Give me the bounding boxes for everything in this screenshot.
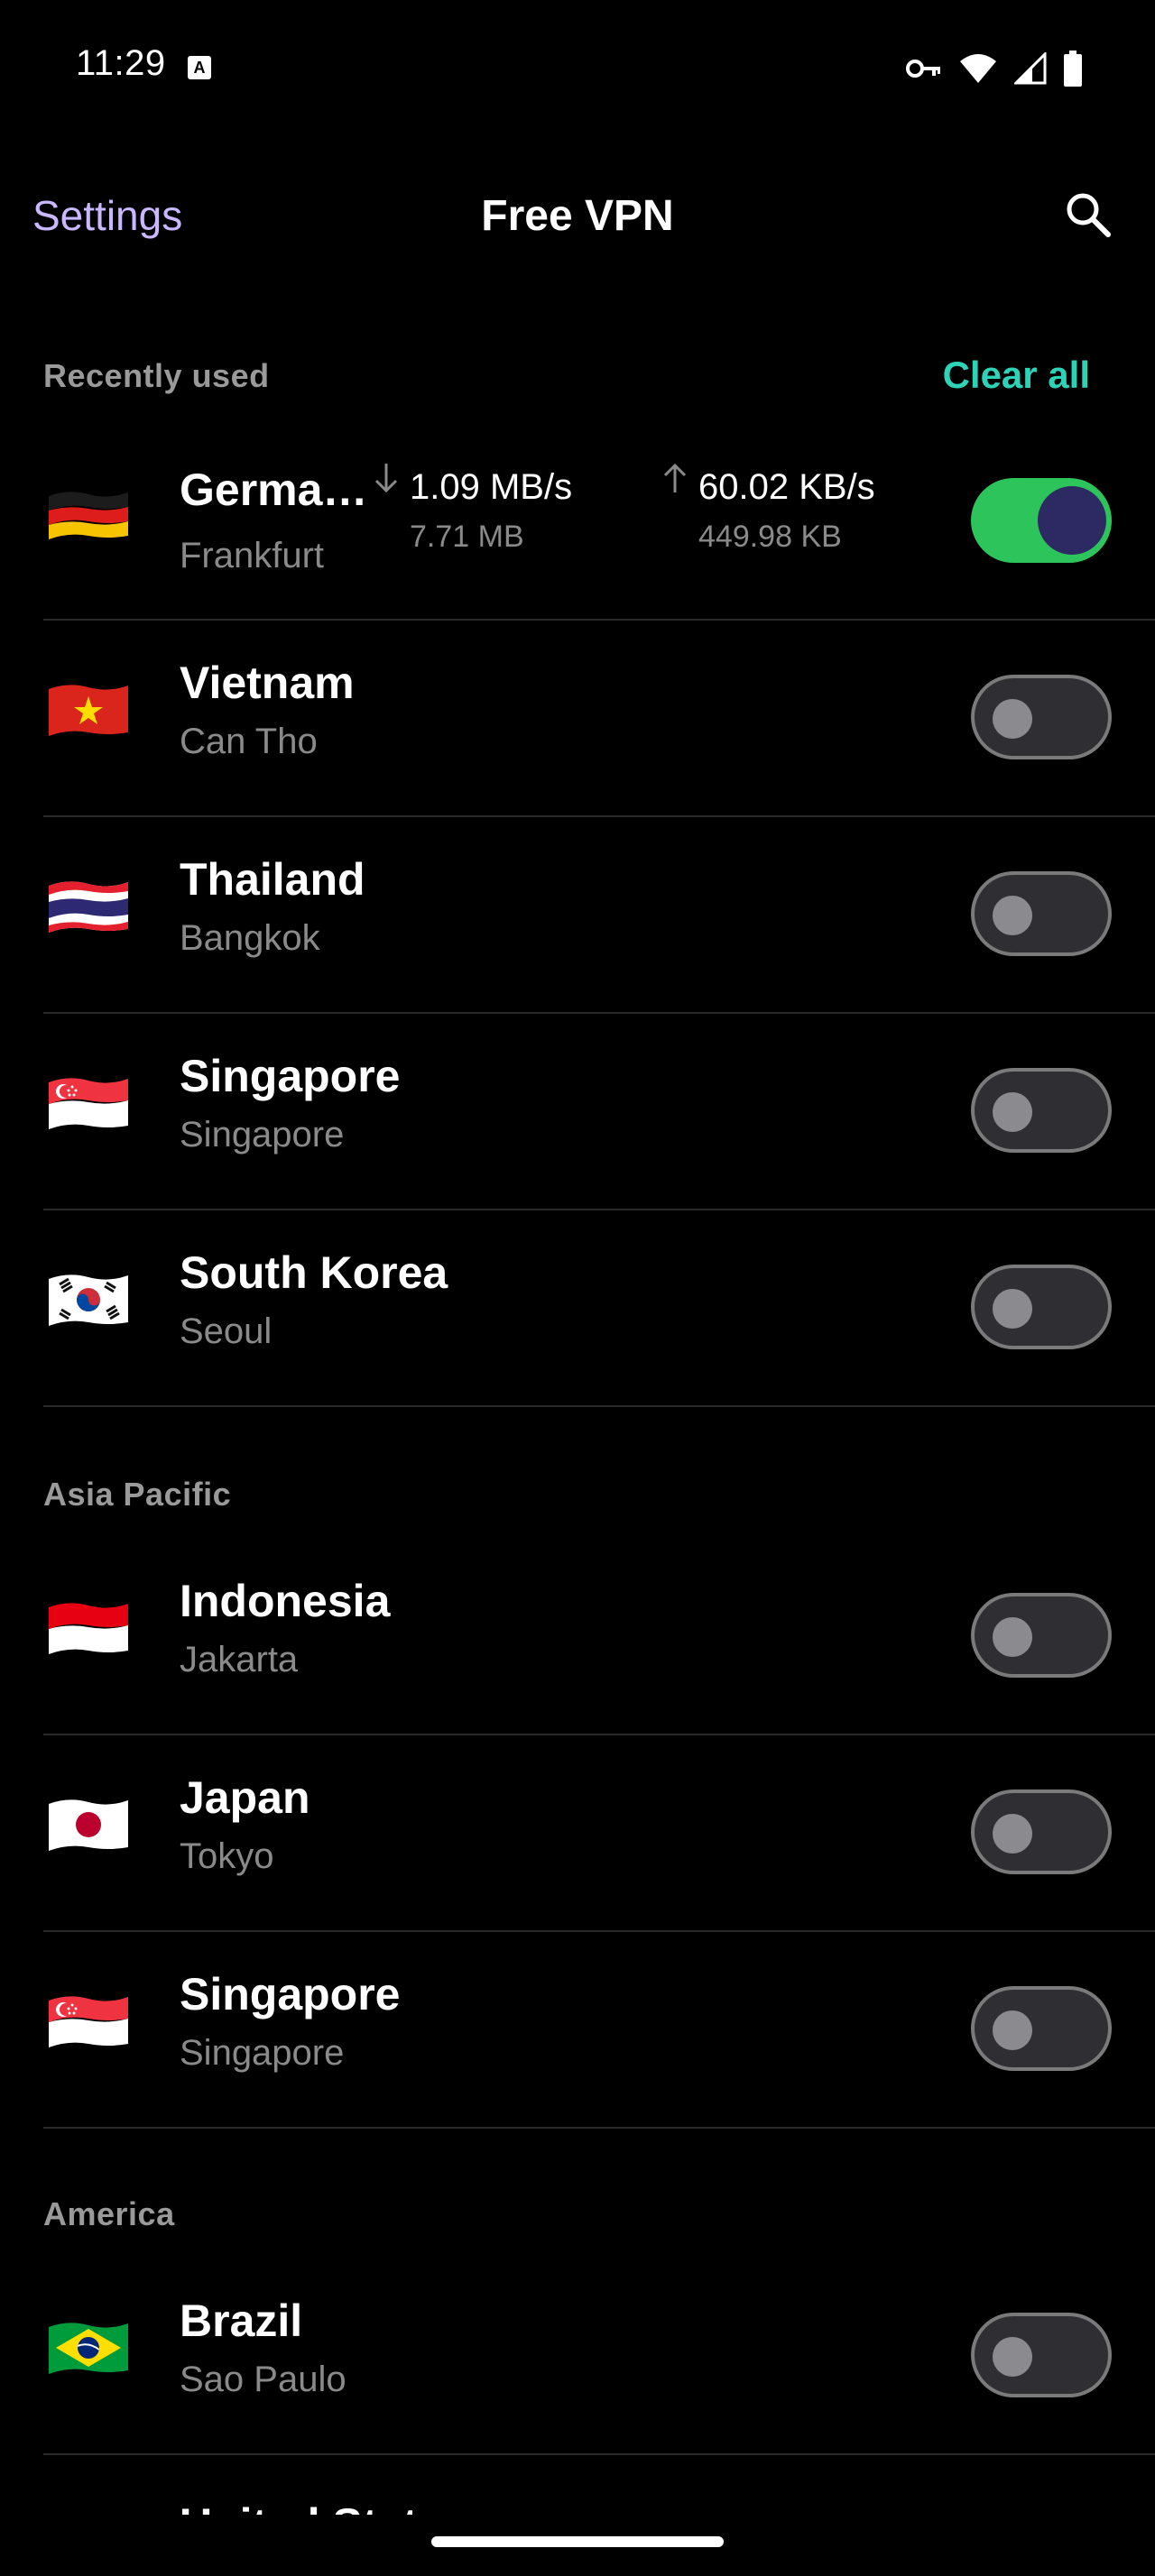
connect-toggle[interactable] [971, 1986, 1112, 2071]
toggle-knob [993, 1617, 1032, 1657]
status-time: 11:29 [76, 43, 166, 83]
toggle-knob [993, 2337, 1032, 2377]
section-header-recently-used: Recently used [43, 357, 270, 394]
city-name: Seoul [180, 1311, 273, 1351]
page-title: Free VPN [481, 192, 674, 240]
connect-toggle[interactable] [971, 1789, 1112, 1874]
singapore-flag-icon [49, 1078, 128, 1129]
status-icons [906, 51, 1083, 87]
home-indicator[interactable] [431, 2536, 724, 2547]
country-name: Thailand [180, 854, 365, 905]
section-header-asia-pacific: Asia Pacific [43, 1476, 232, 1513]
server-row-brazil[interactable]: Brazil Sao Paulo [43, 2259, 1155, 2455]
toggle-knob [993, 1092, 1032, 1132]
app-bar: Settings Free VPN [0, 162, 1155, 271]
connect-toggle[interactable] [971, 478, 1112, 563]
toggle-knob [1038, 486, 1106, 555]
screen: 11:29 A Settings Free VPN Recently used … [0, 0, 1155, 2576]
indonesia-flag-icon [49, 1603, 128, 1654]
server-row-japan[interactable]: Japan Tokyo [43, 1735, 1155, 1932]
country-name: Vietnam [180, 658, 355, 708]
toggle-knob [993, 2010, 1032, 2050]
city-name: Can Tho [180, 722, 318, 761]
toggle-knob [993, 896, 1032, 935]
vpn-key-icon [906, 60, 940, 78]
country-name: Indonesia [180, 1576, 391, 1626]
japan-flag-icon [49, 1799, 128, 1851]
city-name: Tokyo [180, 1836, 274, 1876]
upload-rate: 60.02 KB/s [698, 467, 875, 507]
arrow-up-icon [663, 463, 687, 492]
wifi-icon [960, 54, 996, 83]
server-row-singapore[interactable]: Singapore Singapore [43, 1932, 1155, 2129]
connect-toggle[interactable] [971, 675, 1112, 759]
status-bar: 11:29 A [0, 0, 1155, 144]
toggle-knob [993, 699, 1032, 739]
a-box-icon: A [188, 56, 211, 79]
section-header-america: America [43, 2195, 175, 2232]
country-name: Germa… [180, 465, 368, 515]
signal-icon [1014, 52, 1047, 85]
upload-total: 449.98 KB [698, 520, 842, 554]
vietnam-flag-icon [49, 685, 128, 736]
server-row-partial-country[interactable]: United States [180, 2498, 468, 2515]
toggle-knob [993, 1814, 1032, 1854]
singapore-flag-icon [49, 1996, 128, 2047]
country-name: Brazil [180, 2295, 303, 2346]
south-korea-flag-icon [49, 1274, 128, 1326]
connect-toggle[interactable] [971, 1593, 1112, 1678]
germany-flag-icon [49, 492, 128, 539]
city-name: Sao Paulo [180, 2360, 346, 2399]
battery-icon [1064, 51, 1082, 87]
city-name: Bangkok [180, 918, 320, 958]
connect-toggle[interactable] [971, 871, 1112, 956]
brazil-flag-icon [49, 2323, 128, 2374]
connect-toggle[interactable] [971, 1068, 1112, 1153]
clear-all-button[interactable]: Clear all [943, 354, 1090, 397]
toggle-knob [993, 1289, 1032, 1329]
country-name: South Korea [180, 1247, 448, 1298]
search-button[interactable] [1063, 189, 1113, 240]
server-row-thailand[interactable]: Thailand Bangkok [43, 817, 1155, 1014]
city-name: Singapore [180, 1115, 345, 1155]
country-name: Japan [180, 1772, 310, 1823]
server-row-south-korea[interactable]: South Korea Seoul [43, 1210, 1155, 1407]
arrow-down-icon [374, 464, 398, 493]
download-total: 7.71 MB [410, 520, 524, 554]
city-name: Jakarta [180, 1640, 299, 1679]
server-row-germany[interactable]: Germa… Frankfurt 1.09 MB/s 7.71 MB 60.02… [43, 424, 1155, 621]
server-row-vietnam[interactable]: Vietnam Can Tho [43, 621, 1155, 817]
search-icon [1067, 193, 1111, 237]
country-name: Singapore [180, 1969, 401, 2019]
country-name: Singapore [180, 1051, 401, 1101]
connect-toggle[interactable] [971, 1265, 1112, 1349]
download-rate: 1.09 MB/s [410, 467, 573, 507]
city-name: Frankfurt [180, 536, 325, 575]
connect-toggle[interactable] [971, 2313, 1112, 2397]
thailand-flag-icon [49, 881, 128, 933]
city-name: Singapore [180, 2033, 345, 2073]
server-row-indonesia[interactable]: Indonesia Jakarta [43, 1539, 1155, 1735]
server-row-singapore[interactable]: Singapore Singapore [43, 1014, 1155, 1210]
